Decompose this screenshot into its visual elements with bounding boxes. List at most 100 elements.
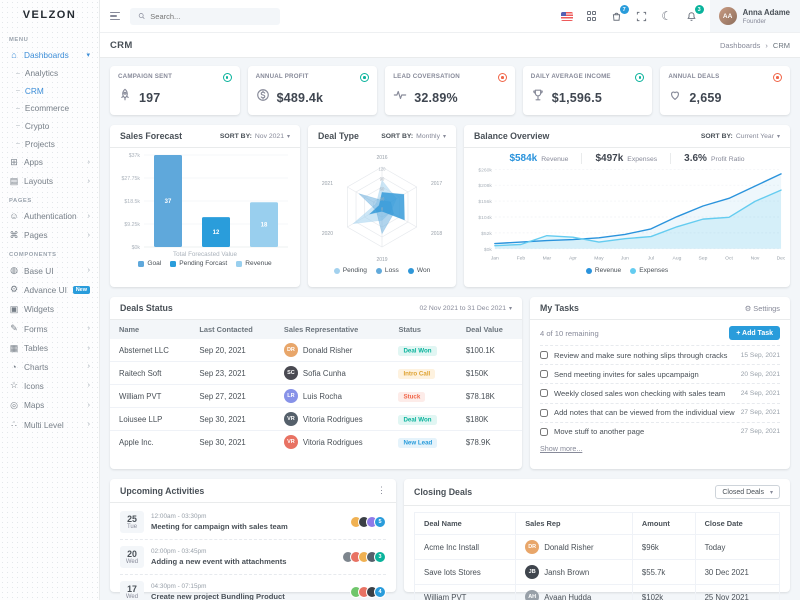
sidebar-item-analytics[interactable]: –Analytics [0,64,99,82]
notification-bell-icon[interactable]: 3 [685,9,699,23]
table-row[interactable]: William PVTSep 27, 2021LRLuis RochaStuck… [110,385,522,408]
sidebar-item-crypto[interactable]: –Crypto [0,117,99,135]
sidebar-item-forms[interactable]: ✎Forms› [0,319,99,338]
deal-name-cell: Acme Inc Install [415,535,516,560]
sales-forecast-sort[interactable]: SORT BY: Nov 2021 ▾ [220,133,290,140]
page-header: CRM Dashboards › CRM [100,32,800,58]
sidebar-item-widgets[interactable]: ▣Widgets [0,300,99,319]
trophy-icon [531,88,545,107]
sidebar-section-label: MENU [0,30,99,46]
svg-text:Apr: Apr [569,256,577,262]
table-row[interactable]: Acme Inc InstallDRDonald Risher$96kToday [415,535,780,560]
rocket-icon [118,88,132,107]
chevron-right-icon: › [88,363,90,370]
sidebar-item-ecommerce[interactable]: –Ecommerce [0,100,99,118]
legend-swatch [138,261,144,267]
closed-deals-select[interactable]: Closed Deals ▾ [715,485,780,499]
chevron-right-icon: › [88,402,90,409]
sidebar-item-crm[interactable]: –CRM [0,82,99,100]
sidebar-item-tables[interactable]: ▦Tables› [0,338,99,357]
sidebar-item-charts[interactable]: ◔Charts› [0,358,99,376]
task-list: Review and make sure nothing slips throu… [530,345,790,441]
breadcrumb-separator: › [765,41,768,50]
apps-grid-icon[interactable] [585,9,599,23]
status-cell: Intro Call [389,362,456,385]
sidebar-item-apps[interactable]: ⊞Apps› [0,152,99,171]
tasks-settings-button[interactable]: ⚙ Settings [745,304,780,313]
charts-row: Sales Forecast SORT BY: Nov 2021 ▾ $0k$9… [110,125,790,287]
card-title: Balance Overview [474,131,549,141]
add-task-button[interactable]: + Add Task [729,326,780,340]
fullscreen-icon[interactable] [635,9,649,23]
kpi-label: ANNUAL PROFIT [256,73,309,80]
task-checkbox[interactable] [540,409,548,417]
balance-overview-card: Balance Overview SORT BY: Current Year ▾… [464,125,790,287]
kpi-value: $1,596.5 [552,91,602,105]
balance-overview-sort[interactable]: SORT BY: Current Year ▾ [701,133,780,140]
sales-rep-cell: LRLuis Rocha [275,385,390,408]
deal-value-cell: $150K [457,362,522,385]
sidebar-item-pages[interactable]: ⌘Pages› [0,225,99,244]
baseui-icon: ◍ [9,265,19,276]
activity-avatars: 4 [350,586,386,598]
sidebar-item-maps[interactable]: ◎Maps› [0,395,99,414]
dash-icon: – [16,105,20,112]
svg-text:Mar: Mar [543,256,552,262]
table-row[interactable]: William PVTAHAyaan Hudda$102k25 Nov 2021 [415,585,780,600]
kebab-menu-icon[interactable]: ⋮ [377,485,386,496]
sidebar-item-label: Ecommerce [25,103,90,113]
kpi-card-campaign-sent: CAMPAIGN SENT197 [110,66,240,115]
column-header: Amount [632,513,695,535]
rep-name: Donald Risher [303,346,352,355]
sidebar-item-label: Crypto [25,121,90,131]
amount-cell: $96k [632,535,695,560]
activity-date: 20Wed [120,546,144,568]
dark-mode-moon-icon[interactable]: ☾ [660,9,674,23]
sidebar-item-label: Layouts [24,176,83,186]
sidebar-item-projects[interactable]: –Projects [0,135,99,153]
sort-label: SORT BY: [381,133,413,140]
deals-status-range[interactable]: 02 Nov 2021 to 31 Dec 2021 ▾ [419,305,512,312]
sidebar-item-layouts[interactable]: ▤Layouts› [0,172,99,191]
breadcrumb-root[interactable]: Dashboards [720,41,760,50]
topbar-actions: 7 ☾ 3 AA Anna Adame Founder [560,0,800,32]
status-cell: New Lead [389,431,456,454]
sidebar-item-icons[interactable]: ☆Icons› [0,376,99,395]
sidebar-item-multi-level[interactable]: ∴Multi Level› [0,415,99,434]
chevron-right-icon: › [88,213,90,220]
legend-item: Pending [334,267,367,274]
deal-name-cell: Raitech Soft [110,362,190,385]
sales-forecast-chart: $0k$9.25k$18.5k$27.75k$37k371218 [115,151,295,251]
table-row[interactable]: Absternet LLCSep 20, 2021DRDonald Risher… [110,339,522,362]
table-row[interactable]: Apple Inc.Sep 30, 2021VRVitoria Rodrigue… [110,431,522,454]
sort-label: SORT BY: [701,133,733,140]
search-input[interactable] [150,12,272,21]
task-checkbox[interactable] [540,389,548,397]
cart-icon[interactable]: 7 [610,9,624,23]
task-checkbox[interactable] [540,351,548,359]
task-checkbox[interactable] [540,428,548,436]
apps-icon: ⊞ [9,157,19,168]
task-date: 20 Sep, 2021 [741,371,780,378]
language-flag-icon[interactable] [560,9,574,23]
table-row[interactable]: Raitech SoftSep 23, 2021SCSofia CunhaInt… [110,362,522,385]
show-more-link[interactable]: Show more... [530,441,790,459]
sidebar-item-advance-ui[interactable]: ⚙Advance UINew [0,280,99,299]
search-box[interactable] [130,8,280,25]
hamburger-menu-icon[interactable] [110,12,120,20]
task-checkbox[interactable] [540,370,548,378]
user-menu[interactable]: AA Anna Adame Founder [710,0,800,32]
table-row[interactable]: Save lots StoresJBJansh Brown$55.7k30 De… [415,560,780,585]
sidebar-item-dashboards[interactable]: ⌂Dashboards▾ [0,46,99,64]
table-row[interactable]: Loiusee LLPSep 30, 2021VRVitoria Rodrigu… [110,408,522,431]
task-text: Move stuff to another page [554,427,735,436]
deal-type-sort[interactable]: SORT BY: Monthly ▾ [381,133,446,140]
chevron-right-icon: › [88,159,90,166]
activity-time: 04:30pm - 07:15pm [151,583,343,590]
sidebar-item-authentication[interactable]: ☺Authentication› [0,207,99,225]
kpi-value: 2,659 [689,91,721,105]
tables-icon: ▦ [9,343,19,354]
sidebar-item-base-ui[interactable]: ◍Base UI› [0,261,99,280]
stat-value: $497k [595,153,623,164]
rep-name: Luis Rocha [303,392,342,401]
